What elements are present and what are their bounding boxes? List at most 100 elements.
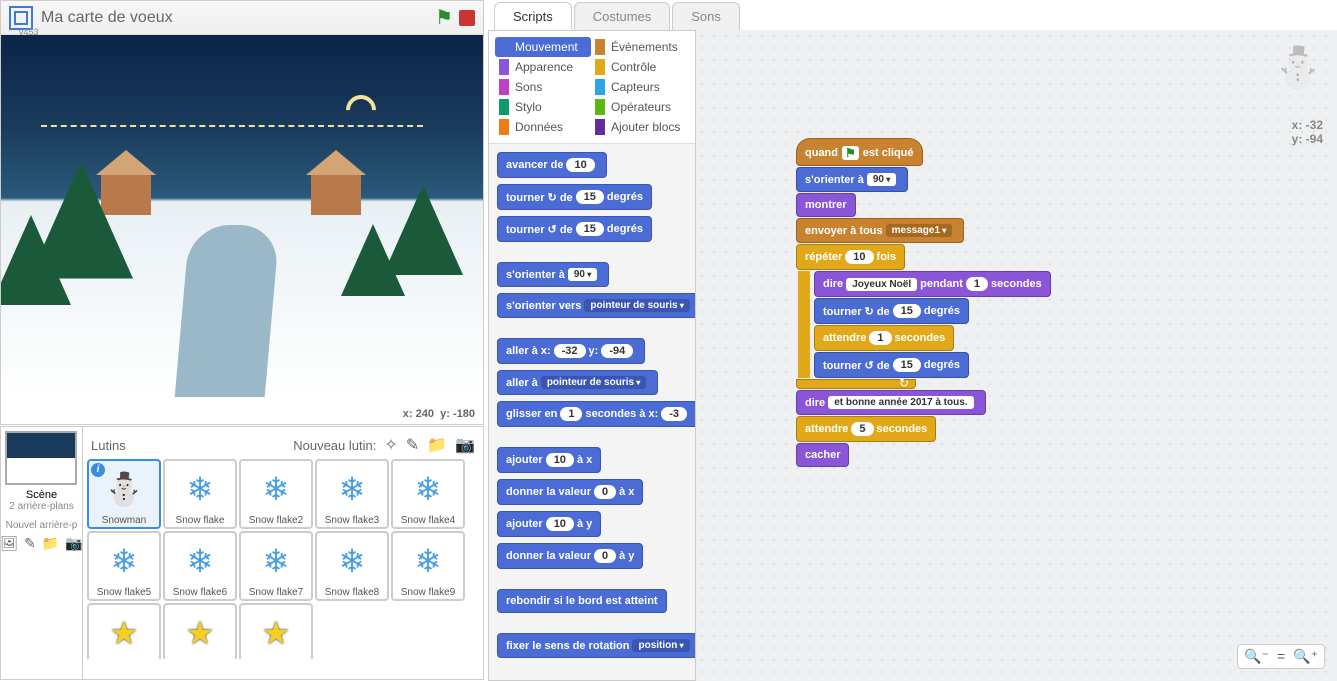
info-icon[interactable]: i [91,463,105,477]
script-stack[interactable]: quand⚑est cliqué s'orienter à90 montrer … [796,138,1051,468]
flake-icon: ❄ [328,537,376,585]
block-goto[interactable]: aller àpointeur de souris [497,370,658,395]
flake-icon: ❄ [100,537,148,585]
block-set-x[interactable]: donner la valeur0à x [497,479,643,505]
category-événements[interactable]: Événements [591,37,687,57]
tab-sounds[interactable]: Sons [672,2,740,30]
block-say-for[interactable]: direJoyeux Noëlpendant1secondes [814,271,1051,297]
sprite-item-snow-flake8[interactable]: ❄Snow flake8 [315,531,389,601]
editor-area: Scripts Costumes Sons MouvementÉvénement… [488,0,1337,681]
block-broadcast[interactable]: envoyer à tousmessage1 [796,218,964,243]
star-icon: ★ [252,609,300,657]
category-stylo[interactable]: Stylo [495,97,591,117]
paint-backdrop-icon[interactable]: 🖼 [0,535,18,552]
upload-backdrop-icon[interactable]: 📁 [42,535,59,552]
block-show[interactable]: montrer [796,193,856,217]
category-color-swatch [595,79,605,95]
block-repeat[interactable]: répéter10fois [796,244,905,270]
stage-canvas[interactable] [1,35,483,397]
block-script-point-dir[interactable]: s'orienter à90 [796,167,908,192]
block-script-turn-ccw[interactable]: tourner ↺ de15degrés [814,352,969,378]
paint-sprite-icon[interactable]: ✎ [406,435,419,455]
sprite-name: Snowman [89,515,159,526]
block-say[interactable]: direet bonne année 2017 à tous. [796,390,986,415]
snowman-icon: ⛄ [100,465,148,513]
zoom-out-icon[interactable]: 🔍⁻ [1244,648,1269,665]
fullscreen-icon[interactable] [9,6,33,30]
block-list: avancer de10 tourner ↻ de15degrés tourne… [489,144,695,681]
block-point-towards[interactable]: s'orienter verspointeur de souris [497,293,695,318]
zoom-reset-icon[interactable]: = [1277,648,1285,665]
flake-icon: ❄ [404,465,452,513]
sprite-item-star1[interactable]: ★Star1 [87,603,161,659]
category-apparence[interactable]: Apparence [495,57,591,77]
tab-scripts[interactable]: Scripts [494,2,572,30]
category-color-swatch [595,119,605,135]
flake-icon: ❄ [404,537,452,585]
stop-icon[interactable] [459,10,475,26]
star-icon: ★ [100,609,148,657]
block-turn-ccw[interactable]: tourner ↺ de15degrés [497,216,652,242]
sprite-item-snow-flake3[interactable]: ❄Snow flake3 [315,459,389,529]
upload-sprite-icon[interactable]: 📁 [427,435,447,455]
block-glide[interactable]: glisser en1secondes à x:-3 [497,401,695,427]
block-goto-xy[interactable]: aller à x:-32y:-94 [497,338,645,364]
category-color-swatch [499,99,509,115]
tab-costumes[interactable]: Costumes [574,2,671,30]
category-mouvement[interactable]: Mouvement [495,37,591,57]
sprite-item-star3[interactable]: ★Star3 [163,603,237,659]
sprite-item-snow-flake2[interactable]: ❄Snow flake2 [239,459,313,529]
sprite-item-snow-flake[interactable]: ❄Snow flake [163,459,237,529]
category-color-swatch [499,79,509,95]
zoom-in-icon[interactable]: 🔍⁺ [1293,648,1318,665]
sprite-item-snowman[interactable]: i⛄ Snowman [87,459,161,529]
sprite-name: Snow flake4 [393,515,463,526]
camera-sprite-icon[interactable]: 📷 [455,435,475,455]
block-move[interactable]: avancer de10 [497,152,607,178]
block-bounce[interactable]: rebondir si le bord est atteint [497,589,667,613]
category-sons[interactable]: Sons [495,77,591,97]
project-title[interactable]: Ma carte de voeux [41,9,435,27]
flake-icon: ❄ [176,465,224,513]
sprite-item-star2[interactable]: ★Star2 [239,603,313,659]
block-change-y[interactable]: ajouter10à y [497,511,601,537]
category-données[interactable]: Données [495,117,591,137]
sprite-name: Snow flake9 [393,587,463,598]
block-turn-cw[interactable]: tourner ↻ de15degrés [497,184,652,210]
green-flag-icon[interactable]: ⚑ [435,5,453,30]
block-rot-style[interactable]: fixer le sens de rotationposition [497,633,695,658]
block-hide[interactable]: cacher [796,443,849,467]
brush-backdrop-icon[interactable]: ✎ [24,535,36,552]
block-set-y[interactable]: donner la valeur0à y [497,543,643,569]
category-contrôle[interactable]: Contrôle [591,57,687,77]
block-when-flag-clicked[interactable]: quand⚑est cliqué [796,138,923,166]
scene-thumbnail[interactable] [5,431,77,485]
sprite-item-snow-flake9[interactable]: ❄ Snow flake9 [391,531,465,601]
camera-backdrop-icon[interactable]: 📷 [65,535,82,552]
sprite-item-snow-flake7[interactable]: ❄Snow flake7 [239,531,313,601]
block-script-turn-cw[interactable]: tourner ↻ de15degrés [814,298,969,324]
stage-header: v453 Ma carte de voeux ⚑ [1,1,483,35]
block-wait-1[interactable]: attendre1secondes [814,325,954,351]
block-wait-5[interactable]: attendre5secondes [796,416,936,442]
scene-column: Scène 2 arrière-plans Nouvel arrière-p 🖼… [1,427,83,679]
category-color-swatch [595,99,605,115]
stage-panel: v453 Ma carte de voeux ⚑ x: 240 y: -180 [0,0,484,425]
sprite-coords: x: -32 y: -94 [1292,118,1323,146]
scene-backdrop-count: 2 arrière-plans [5,501,78,512]
sprites-title: Lutins [91,438,293,453]
sprite-grid: i⛄Snowman❄Snow flake❄Snow flake2❄Snow fl… [87,459,479,659]
category-capteurs[interactable]: Capteurs [591,77,687,97]
repeat-body: direJoyeux Noëlpendant1secondes tourner … [798,271,1051,378]
category-color-swatch [499,39,509,55]
category-opérateurs[interactable]: Opérateurs [591,97,687,117]
sprite-item-snow-flake5[interactable]: ❄Snow flake5 [87,531,161,601]
sprite-item-snow-flake4[interactable]: ❄ Snow flake4 [391,459,465,529]
category-ajouter blocs[interactable]: Ajouter blocs [591,117,687,137]
sprite-item-snow-flake6[interactable]: ❄Snow flake6 [163,531,237,601]
block-change-x[interactable]: ajouter10à x [497,447,601,473]
block-point-dir[interactable]: s'orienter à90 [497,262,609,287]
repeat-bottom[interactable] [796,379,916,389]
script-canvas[interactable]: ⛄ x: -32 y: -94 quand⚑est cliqué s'orien… [696,30,1337,681]
library-sprite-icon[interactable]: ✧ [384,435,397,455]
